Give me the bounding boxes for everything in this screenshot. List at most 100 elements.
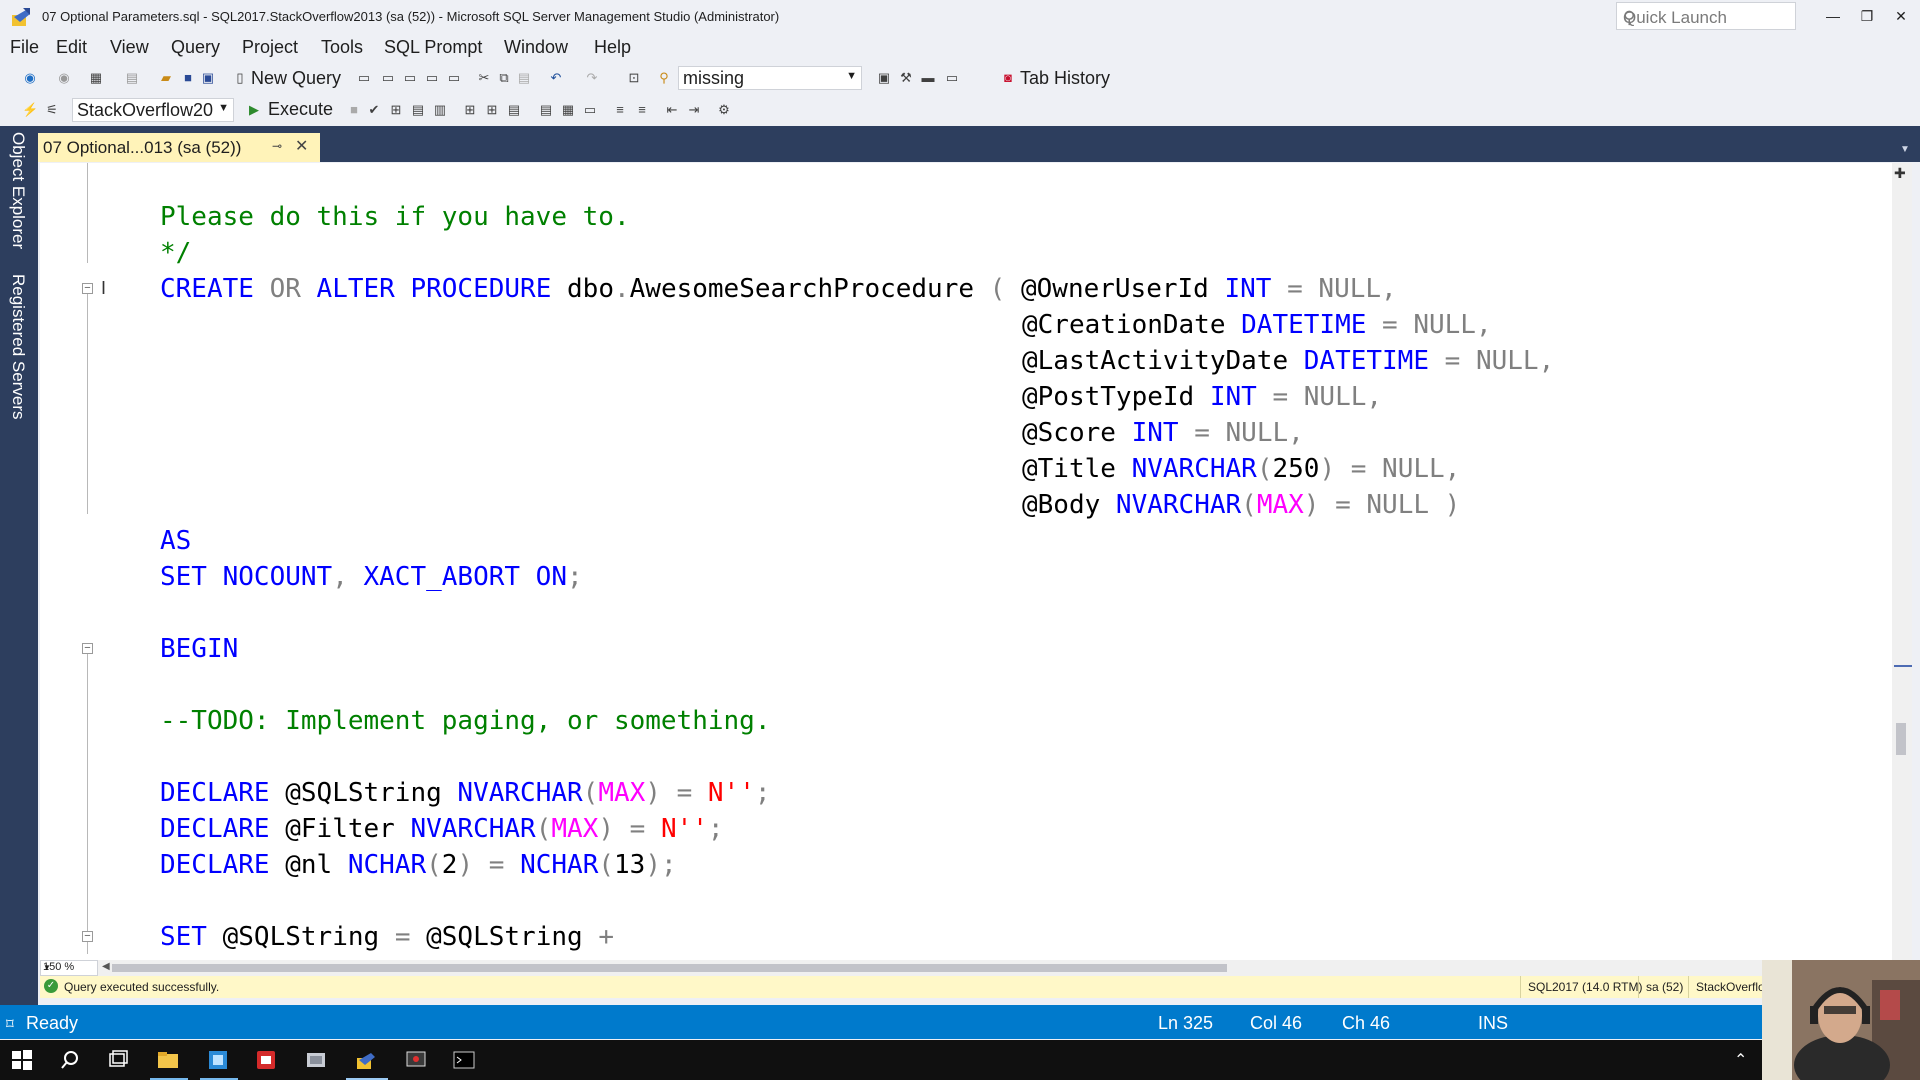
database-combo[interactable]: StackOverflow20 ▼ xyxy=(72,98,234,122)
paste-icon[interactable]: ▤ xyxy=(516,70,532,86)
database-engine-query-icon[interactable]: ▭ xyxy=(356,70,372,86)
copy-icon[interactable]: ⧉ xyxy=(496,70,512,86)
find-combo[interactable]: missing ▼ xyxy=(678,66,862,90)
xmla-query-icon[interactable]: ▭ xyxy=(424,70,440,86)
parse-icon[interactable]: ✔ xyxy=(366,102,382,118)
search-icon[interactable]: ⚲ xyxy=(1623,8,1789,28)
chevron-up-icon[interactable]: ⌃ xyxy=(1734,1050,1747,1070)
undo-icon[interactable]: ↶ xyxy=(548,70,564,86)
tool-window-sidebar: Object Explorer Registered Servers xyxy=(0,126,38,1006)
collapse-icon[interactable]: − xyxy=(82,283,93,294)
execute-button[interactable]: Execute xyxy=(268,99,333,120)
tab-history-button[interactable]: Tab History xyxy=(1020,68,1110,89)
menu-window[interactable]: Window xyxy=(504,37,568,58)
increase-indent-icon[interactable]: ⇥ xyxy=(686,102,702,118)
database-combo-value: StackOverflow20 xyxy=(77,100,214,120)
menu-tools[interactable]: Tools xyxy=(321,37,363,58)
ssms-taskbar-icon[interactable] xyxy=(354,1048,378,1072)
find-in-files-icon[interactable]: ⚲ xyxy=(656,70,672,86)
split-editor-icon[interactable]: ✚ xyxy=(1894,165,1906,182)
sql-editor[interactable]: − − − I Please do this if you have to. *… xyxy=(40,163,1892,960)
search-icon[interactable] xyxy=(58,1048,82,1072)
close-icon[interactable]: ✕ xyxy=(1886,4,1916,28)
tab-history-icon[interactable]: ◙ xyxy=(1000,70,1016,86)
results-to-grid-icon[interactable]: ▦ xyxy=(560,102,576,118)
estimated-plan-icon[interactable]: ⊞ xyxy=(388,102,404,118)
mdx-query-icon[interactable]: ▭ xyxy=(380,70,396,86)
add-item-icon[interactable]: ▤ xyxy=(124,70,140,86)
tab-label: 07 Optional...013 (sa (52)) xyxy=(43,138,242,157)
results-to-file-icon[interactable]: ▭ xyxy=(582,102,598,118)
toolbox-icon[interactable]: ▬ xyxy=(920,70,936,86)
menu-view[interactable]: View xyxy=(110,37,149,58)
query-designer-icon[interactable]: ▤ xyxy=(410,102,426,118)
tab-list-dropdown-icon[interactable]: ▼ xyxy=(1900,144,1910,155)
code-line: @Title NVARCHAR(250) = NULL, xyxy=(1022,454,1461,484)
open-file-icon[interactable]: ▰ xyxy=(158,70,174,86)
new-query-icon[interactable]: ▯ xyxy=(232,70,248,86)
file-explorer-icon[interactable] xyxy=(156,1048,180,1072)
collapse-icon[interactable]: − xyxy=(82,931,93,942)
connect-icon[interactable]: ⚡ xyxy=(22,102,38,118)
comment-icon[interactable]: ≡ xyxy=(612,102,628,118)
redo-icon[interactable]: ↷ xyxy=(584,70,600,86)
execute-icon[interactable]: ▶ xyxy=(246,102,262,118)
specify-values-icon[interactable]: ⚙ xyxy=(716,102,732,118)
sql-config-icon[interactable] xyxy=(304,1048,328,1072)
restore-icon[interactable]: ❐ xyxy=(1852,4,1882,28)
debug-target-icon[interactable]: ⊡ xyxy=(626,70,642,86)
chevron-down-icon[interactable]: ▼ xyxy=(846,70,857,82)
new-project-icon[interactable]: ▦ xyxy=(88,70,104,86)
pin-icon[interactable]: ⊸ xyxy=(272,139,282,153)
properties-icon[interactable]: ⚒ xyxy=(898,70,914,86)
forward-icon[interactable]: ◉ xyxy=(56,70,72,86)
quick-launch-input[interactable]: Quick Launch ⚲ xyxy=(1616,2,1796,30)
save-all-icon[interactable]: ▣ xyxy=(200,70,216,86)
menu-help[interactable]: Help xyxy=(594,37,631,58)
menu-file[interactable]: File xyxy=(10,37,39,58)
menu-edit[interactable]: Edit xyxy=(56,37,87,58)
client-stats-icon[interactable]: ▤ xyxy=(506,102,522,118)
window-layout-icon[interactable]: ▭ xyxy=(944,70,960,86)
editor-gutter: − − − xyxy=(40,163,136,960)
azure-data-studio-icon[interactable] xyxy=(206,1048,230,1072)
results-to-text-icon[interactable]: ▤ xyxy=(538,102,554,118)
vertical-scroll-thumb[interactable] xyxy=(1896,723,1906,755)
windows-start-icon[interactable] xyxy=(10,1048,34,1072)
cancel-query-icon[interactable]: ■ xyxy=(346,102,362,118)
solution-explorer-icon[interactable]: ▣ xyxy=(876,70,892,86)
intellisense-icon[interactable]: ▥ xyxy=(432,102,448,118)
dax-query-icon[interactable]: ▭ xyxy=(446,70,462,86)
ssms-app-icon[interactable] xyxy=(10,6,32,28)
tab-07-optional-parameters[interactable]: 07 Optional...013 (sa (52)) ⊸ ✕ xyxy=(38,133,320,162)
cut-icon[interactable]: ✂ xyxy=(476,70,492,86)
screen-recorder-icon[interactable] xyxy=(404,1048,428,1072)
registered-servers-tab[interactable]: Registered Servers xyxy=(8,274,28,420)
actual-plan-icon[interactable]: ⊞ xyxy=(462,102,478,118)
menu-project[interactable]: Project xyxy=(242,37,298,58)
task-view-icon[interactable] xyxy=(106,1048,130,1072)
save-icon[interactable]: ■ xyxy=(180,70,196,86)
dmx-query-icon[interactable]: ▭ xyxy=(402,70,418,86)
close-tab-icon[interactable]: ✕ xyxy=(295,136,308,156)
object-explorer-tab[interactable]: Object Explorer xyxy=(8,132,28,249)
chevron-down-icon[interactable]: ▼ xyxy=(43,963,95,972)
terminal-icon[interactable] xyxy=(452,1048,476,1072)
scroll-left-icon[interactable]: ◀ xyxy=(102,961,110,972)
zoom-combo[interactable]: 150 % ▼ xyxy=(40,960,98,976)
acrobat-icon[interactable] xyxy=(254,1048,278,1072)
horizontal-scroll-thumb[interactable] xyxy=(112,964,1227,972)
decrease-indent-icon[interactable]: ⇤ xyxy=(664,102,680,118)
back-icon[interactable]: ◉ xyxy=(22,70,38,86)
menu-query[interactable]: Query xyxy=(171,37,220,58)
uncomment-icon[interactable]: ≡ xyxy=(634,102,650,118)
chevron-down-icon[interactable]: ▼ xyxy=(218,102,229,114)
change-connection-icon[interactable]: ⚟ xyxy=(44,102,60,118)
live-stats-icon[interactable]: ⊞ xyxy=(484,102,500,118)
vertical-scrollbar[interactable]: ✚ xyxy=(1892,163,1912,960)
collapse-icon[interactable]: − xyxy=(82,643,93,654)
horizontal-scrollbar[interactable]: 150 % ▼ ◀ xyxy=(40,960,1912,976)
minimize-icon[interactable]: — xyxy=(1818,4,1848,28)
menu-sql-prompt[interactable]: SQL Prompt xyxy=(384,37,482,58)
new-query-button[interactable]: New Query xyxy=(251,68,341,89)
